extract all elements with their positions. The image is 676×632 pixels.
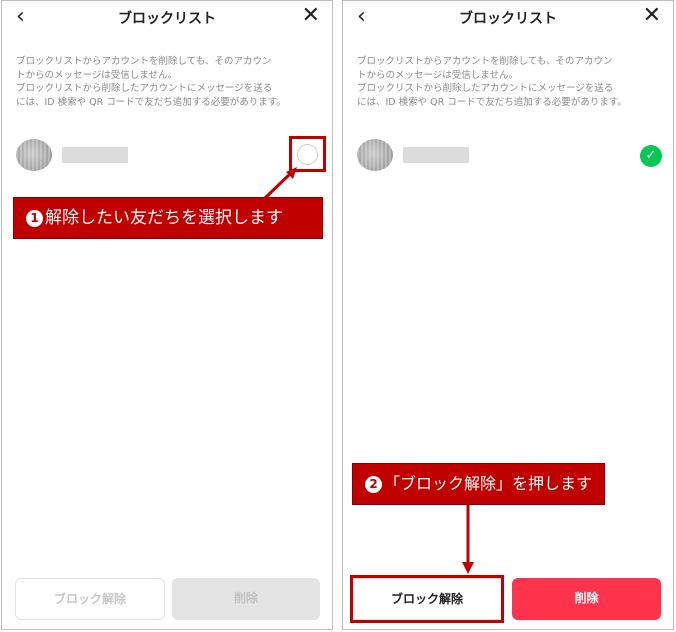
step2-number-badge: 2 bbox=[365, 476, 382, 493]
page-title: ブロックリスト bbox=[118, 11, 216, 27]
step2-text: 「ブロック解除」を押します bbox=[384, 474, 593, 493]
block-list-screen-before: ‹ ブロックリスト ✕ ブロックリストからアカウントを削除しても、そのアカウン … bbox=[1, 0, 333, 630]
description-line: には、ID 検索や QR コードで友だち追加する必要があります。 bbox=[16, 96, 286, 108]
header: ‹ ブロックリスト ✕ bbox=[343, 1, 673, 35]
block-list-screen-after: ‹ ブロックリスト ✕ ブロックリストからアカウントを削除しても、そのアカウン … bbox=[342, 0, 674, 630]
close-icon[interactable]: ✕ bbox=[643, 3, 661, 29]
description-text: ブロックリストからアカウントを削除しても、そのアカウン トからのメッセージは受信… bbox=[357, 55, 663, 109]
description-line: ブロックリストから削除したアカウントにメッセージを送る bbox=[16, 83, 273, 94]
unblock-button-disabled: ブロック解除 bbox=[15, 578, 165, 620]
friend-avatar bbox=[357, 139, 393, 171]
friend-name-redacted bbox=[403, 147, 469, 163]
highlight-box-unblock-button bbox=[350, 575, 504, 623]
description-line: ブロックリストからアカウントを削除しても、そのアカウン bbox=[16, 56, 272, 67]
friend-name-redacted bbox=[62, 147, 128, 163]
check-icon[interactable]: ✓ bbox=[640, 145, 662, 167]
description-line: には、ID 検索や QR コードで友だち追加する必要があります。 bbox=[357, 96, 627, 108]
delete-button[interactable]: 削除 bbox=[512, 578, 661, 620]
step1-callout: 1 解除したい友だちを選択します bbox=[13, 197, 323, 239]
step2-callout: 2 「ブロック解除」を押します bbox=[352, 463, 605, 505]
page-title: ブロックリスト bbox=[459, 11, 557, 27]
header: ‹ ブロックリスト ✕ bbox=[2, 1, 332, 35]
description-line: トからのメッセージは受信しません。 bbox=[357, 69, 519, 81]
step1-number-badge: 1 bbox=[26, 210, 43, 227]
description-line: ブロックリストからアカウントを削除しても、そのアカウン bbox=[357, 56, 613, 67]
close-icon[interactable]: ✕ bbox=[302, 3, 320, 29]
description-text: ブロックリストからアカウントを削除しても、そのアカウン トからのメッセージは受信… bbox=[16, 55, 322, 109]
friend-avatar bbox=[16, 139, 52, 171]
delete-button-disabled: 削除 bbox=[172, 578, 320, 620]
description-line: ブロックリストから削除したアカウントにメッセージを送る bbox=[357, 83, 614, 94]
arrow-down-icon bbox=[462, 504, 474, 574]
description-line: トからのメッセージは受信しません。 bbox=[16, 69, 178, 81]
step1-text: 解除したい友だちを選択します bbox=[45, 208, 283, 228]
